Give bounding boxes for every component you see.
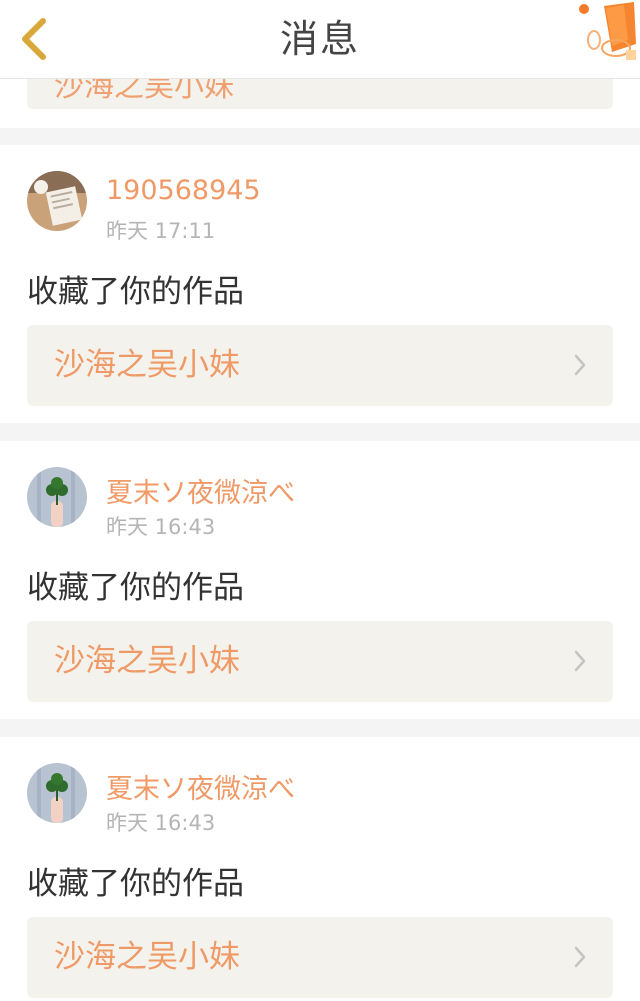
message-card: 190568945 昨天 17:11 收藏了你的作品 沙海之吴小妹 xyxy=(0,145,640,423)
book-photo-avatar xyxy=(27,171,87,231)
clover-hand-avatar xyxy=(27,763,87,823)
avatar[interactable] xyxy=(27,763,87,823)
chevron-right-icon xyxy=(574,354,586,376)
message-card: 夏末ソ夜微涼べ 昨天 16:43 收藏了你的作品 沙海之吴小妹 xyxy=(0,441,640,719)
work-link[interactable]: 沙海之吴小妹 xyxy=(27,325,613,406)
avatar[interactable] xyxy=(27,171,87,231)
sky-lantern-icon xyxy=(579,2,636,60)
avatar[interactable] xyxy=(27,467,87,527)
work-title: 沙海之吴小妹 xyxy=(54,347,240,383)
messages-page: 沙海之吴小妹 消息 190568945 昨天 17:11 收藏了你的作品 沙海之… xyxy=(0,0,640,1001)
username[interactable]: 夏末ソ夜微涼べ xyxy=(106,471,295,510)
message-card: 夏末ソ夜微涼べ 昨天 16:43 收藏了你的作品 沙海之吴小妹 xyxy=(0,737,640,1001)
username[interactable]: 190568945 xyxy=(106,175,261,206)
timestamp: 昨天 16:43 xyxy=(106,515,216,539)
action-text: 收藏了你的作品 xyxy=(27,570,244,606)
chevron-right-icon xyxy=(574,650,586,672)
work-link[interactable]: 沙海之吴小妹 xyxy=(27,621,613,702)
timestamp: 昨天 16:43 xyxy=(106,811,216,835)
page-title: 消息 xyxy=(279,17,360,61)
work-title: 沙海之吴小妹 xyxy=(54,939,240,975)
clover-hand-avatar xyxy=(27,467,87,527)
work-link[interactable]: 沙海之吴小妹 xyxy=(27,917,613,998)
timestamp: 昨天 17:11 xyxy=(106,219,216,243)
action-text: 收藏了你的作品 xyxy=(27,274,244,310)
action-text: 收藏了你的作品 xyxy=(27,866,244,902)
chevron-right-icon xyxy=(574,946,586,968)
work-title: 沙海之吴小妹 xyxy=(54,643,240,679)
username[interactable]: 夏末ソ夜微涼べ xyxy=(106,767,295,806)
top-bar: 消息 xyxy=(0,0,640,79)
